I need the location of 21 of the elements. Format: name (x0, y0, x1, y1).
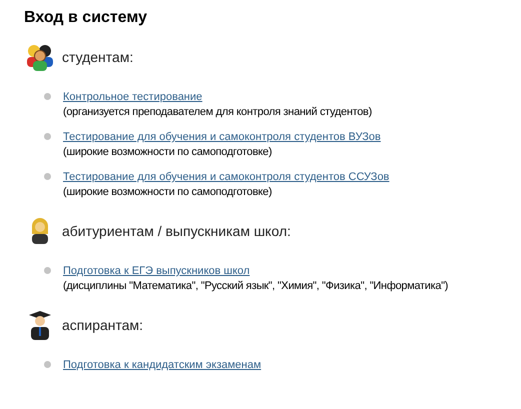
group-heading: абитуриентам / выпускникам школ: (62, 222, 291, 241)
bullet-icon (44, 133, 51, 140)
group-heading: аспирантам: (62, 316, 144, 335)
bullet-icon (44, 93, 51, 100)
test-link[interactable]: Контрольное тестирование (63, 90, 202, 105)
bullet-icon (44, 173, 51, 180)
person-icon (30, 218, 50, 244)
description-text: (широкие возможности по самоподготовке) (63, 185, 272, 200)
group-heading: студентам: (62, 48, 134, 67)
test-link[interactable]: Подготовка к ЕГЭ выпускников школ (63, 264, 250, 279)
description-text: (широкие возможности по самоподготовке) (63, 145, 272, 160)
description-text: (организуется преподавателем для контроля знаний студентов) (63, 105, 372, 120)
test-link[interactable]: Тестирование для обучения и самоконтроля студентов ВУЗов (63, 130, 381, 145)
test-link[interactable]: Тестирование для обучения и самоконтроля студентов ССУЗов (63, 170, 390, 185)
bullet-icon (44, 267, 51, 274)
description-text: (дисциплины "Математика", "Русский язык", "Химия", "Физика", "Информатика") (63, 279, 448, 294)
graduate-icon (29, 310, 51, 340)
page-title: Вход в систему (24, 8, 148, 28)
bullet-icon (44, 361, 51, 368)
test-link[interactable]: Подготовка к кандидатским экзаменам (63, 358, 262, 373)
people-group-icon (25, 43, 55, 71)
